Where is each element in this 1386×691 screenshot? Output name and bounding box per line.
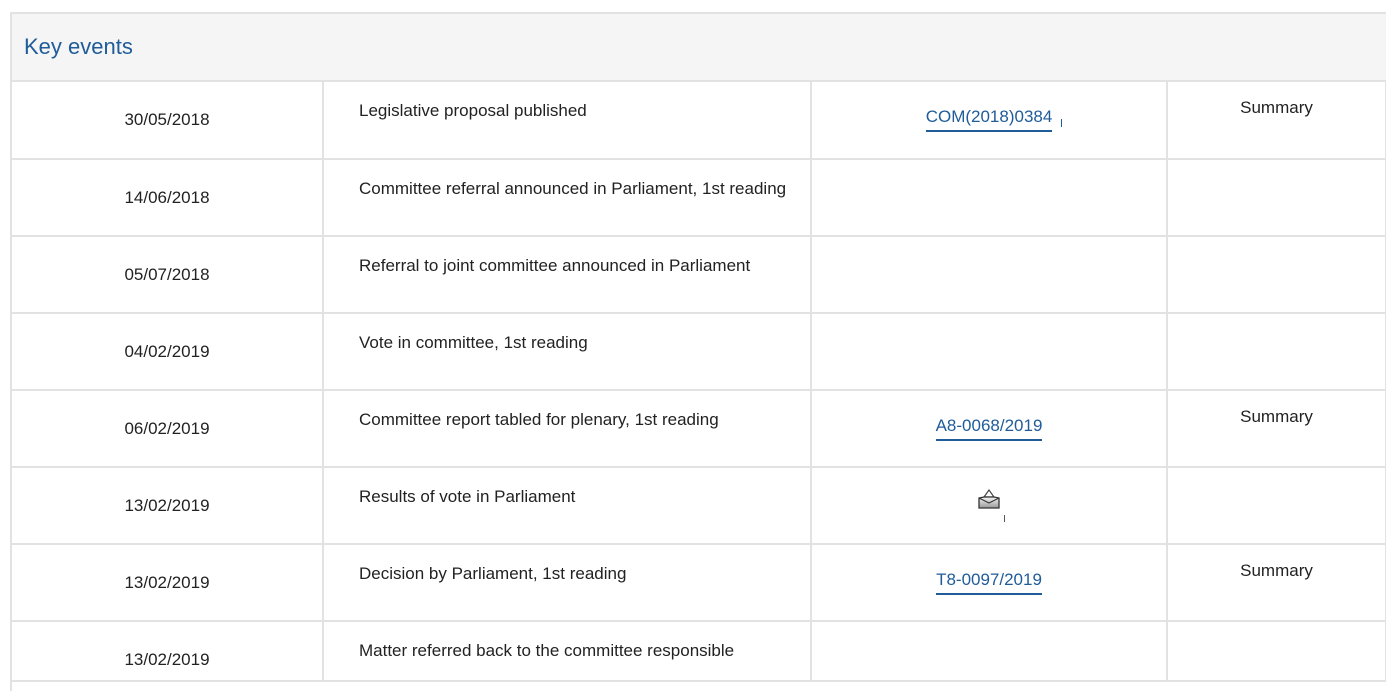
event-summary	[1167, 467, 1386, 545]
event-date: 13/02/2019	[12, 467, 324, 545]
event-description: Matter referred back to the committee re…	[323, 621, 812, 682]
table-row: 13/02/2019 Results of vote in Parliament	[12, 467, 1386, 545]
event-document	[811, 236, 1168, 314]
event-date: 05/07/2018	[12, 236, 324, 314]
event-date: 04/02/2019	[12, 313, 324, 391]
table-row: 06/02/2019 Committee report tabled for p…	[12, 390, 1386, 468]
event-document	[811, 159, 1168, 237]
event-description: Referral to joint committee announced in…	[323, 236, 812, 314]
event-date: 13/02/2019	[12, 621, 324, 682]
event-document	[811, 313, 1168, 391]
ballot-box-icon[interactable]	[977, 488, 1005, 522]
document-link[interactable]: T8-0097/2019	[936, 570, 1042, 595]
event-description: Legislative proposal published	[323, 82, 812, 160]
key-events-panel: Key events 30/05/2018 Legislative propos…	[10, 12, 1386, 691]
table-row: 30/05/2018 Legislative proposal publishe…	[12, 82, 1386, 160]
event-date: 13/02/2019	[12, 544, 324, 622]
event-date: 30/05/2018	[12, 82, 324, 160]
event-summary	[1167, 621, 1386, 682]
event-description: Committee referral announced in Parliame…	[323, 159, 812, 237]
document-link[interactable]: A8-0068/2019	[935, 416, 1043, 441]
event-date: 14/06/2018	[12, 159, 324, 237]
panel-header: Key events	[12, 14, 1386, 82]
event-description: Vote in committee, 1st reading	[323, 313, 812, 391]
event-document: A8-0068/2019	[811, 390, 1168, 468]
event-date: 06/02/2019	[12, 390, 324, 468]
event-description: Results of vote in Parliament	[323, 467, 812, 545]
table-row: 13/02/2019 Matter referred back to the c…	[12, 621, 1386, 682]
event-summary	[1167, 313, 1386, 391]
event-summary	[1167, 159, 1386, 237]
event-summary[interactable]: Summary	[1167, 82, 1386, 160]
event-description: Decision by Parliament, 1st reading	[323, 544, 812, 622]
table-row: 05/07/2018 Referral to joint committee a…	[12, 236, 1386, 314]
table-row: 04/02/2019 Vote in committee, 1st readin…	[12, 313, 1386, 391]
event-summary[interactable]: Summary	[1167, 390, 1386, 468]
event-document: COM(2018)0384	[811, 82, 1168, 160]
event-summary[interactable]: Summary	[1167, 544, 1386, 622]
document-link[interactable]: COM(2018)0384	[925, 107, 1053, 132]
event-description: Committee report tabled for plenary, 1st…	[323, 390, 812, 468]
table-row: 14/06/2018 Committee referral announced …	[12, 159, 1386, 237]
event-document	[811, 467, 1168, 545]
event-document	[811, 621, 1168, 682]
table-row: 13/02/2019 Decision by Parliament, 1st r…	[12, 544, 1386, 622]
key-events-table: 30/05/2018 Legislative proposal publishe…	[12, 82, 1386, 682]
panel-title: Key events	[24, 34, 133, 59]
event-summary	[1167, 236, 1386, 314]
event-document: T8-0097/2019	[811, 544, 1168, 622]
